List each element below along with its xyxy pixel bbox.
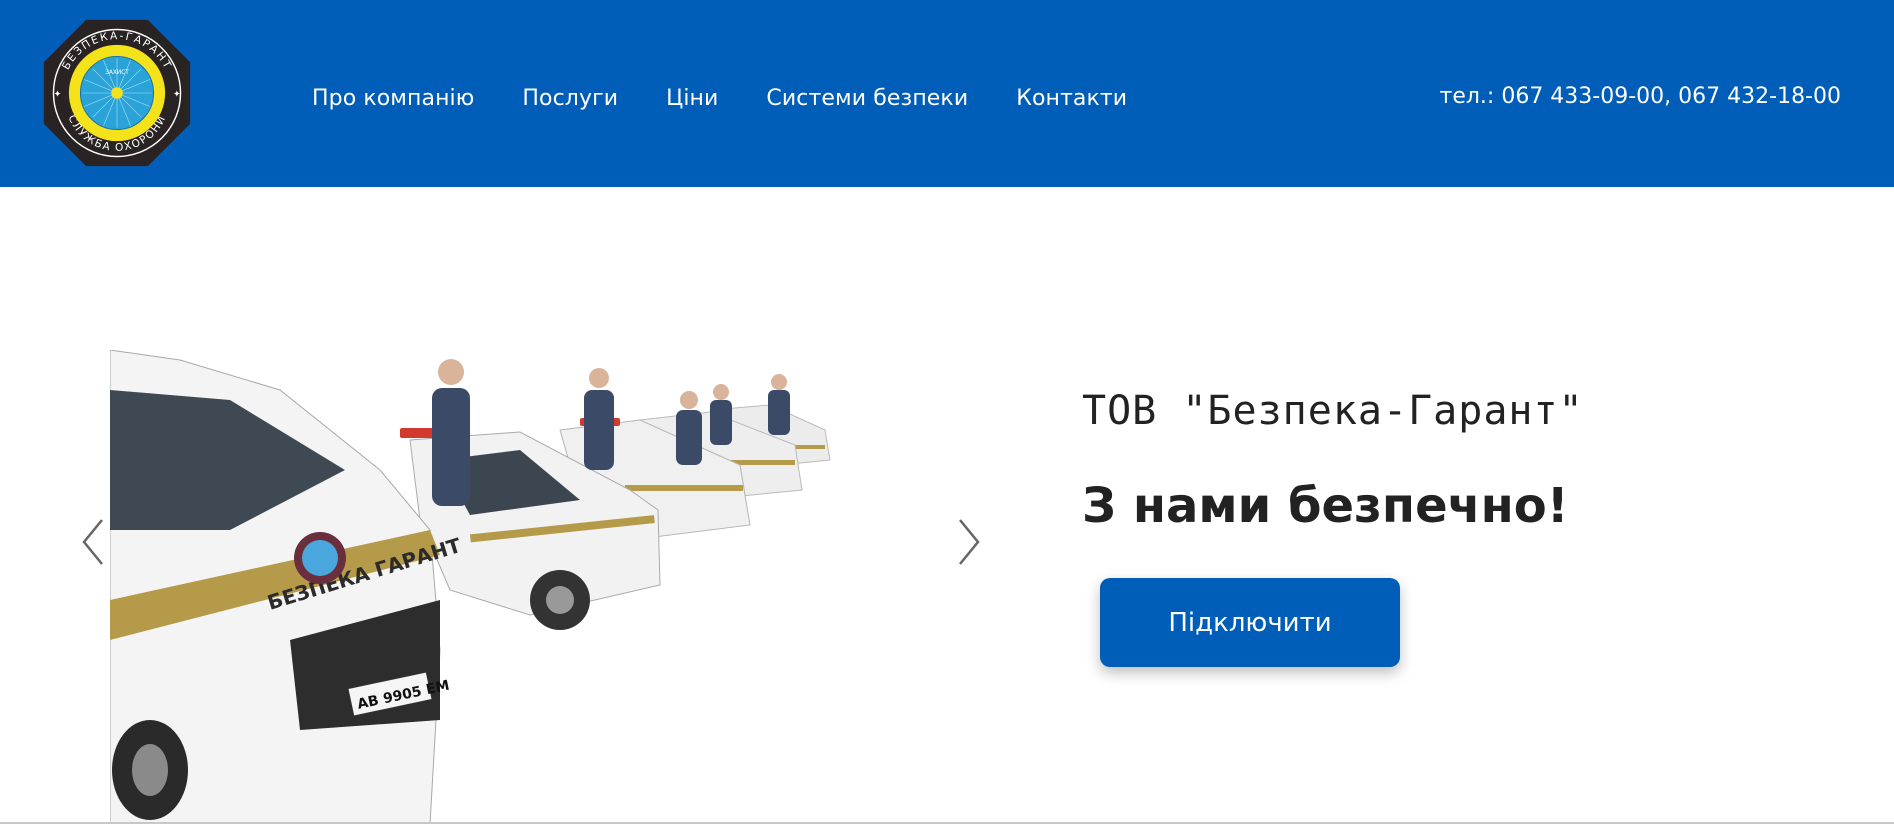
main-nav: Про компанію Послуги Ціни Системи безпек… (312, 0, 1175, 196)
nav-about[interactable]: Про компанію (312, 86, 474, 111)
nav-security-systems[interactable]: Системи безпеки (766, 86, 968, 111)
svg-text:✦: ✦ (53, 89, 61, 100)
nav-services[interactable]: Послуги (522, 86, 618, 111)
divider (0, 822, 1894, 824)
hero-slider: БЕЗПЕКА ГАРАНТ АВ 9905 ЕМ (72, 340, 1012, 824)
header-phone[interactable]: тел.: 067 433-09-00, 067 432-18-00 (1440, 84, 1841, 109)
van-front: БЕЗПЕКА ГАРАНТ АВ 9905 ЕМ (110, 350, 464, 824)
company-logo[interactable]: БЕЗПЕКА-ГАРАНТ СЛУЖБА ОХОРОНИ ЗАХИСТ ✦ ✦ (40, 16, 194, 170)
slide-image: БЕЗПЕКА ГАРАНТ АВ 9905 ЕМ (110, 350, 910, 824)
hero-tagline: З нами безпечно! (1082, 478, 1569, 534)
svg-text:✦: ✦ (173, 89, 181, 100)
site-header: БЕЗПЕКА-ГАРАНТ СЛУЖБА ОХОРОНИ ЗАХИСТ ✦ ✦… (0, 0, 1894, 187)
nav-contacts[interactable]: Контакти (1016, 86, 1127, 111)
company-name: ТОВ "Безпека-Гарант" (1082, 388, 1584, 434)
chevron-right-icon[interactable] (952, 514, 986, 570)
logo-inner-text: ЗАХИСТ (105, 70, 129, 76)
connect-button[interactable]: Підключити (1100, 578, 1400, 667)
chevron-left-icon[interactable] (76, 514, 110, 570)
nav-prices[interactable]: Ціни (666, 86, 718, 111)
